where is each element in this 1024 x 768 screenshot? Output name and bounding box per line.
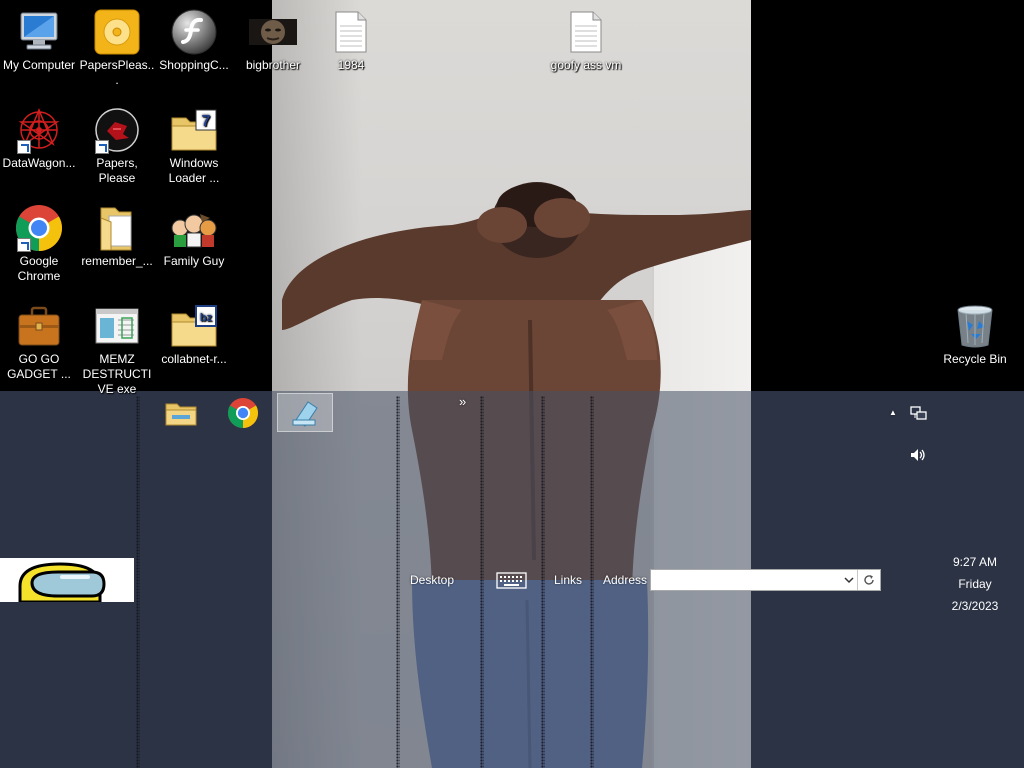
network-icon[interactable] [909,405,927,421]
toolbar-grip-handle[interactable] [480,396,484,768]
toolbar-grip-handle[interactable] [136,396,140,768]
computer-icon [15,8,63,56]
desktop-icon-datawagon[interactable]: DataWagon... [0,98,78,171]
folder-icon: bz [170,302,218,350]
svg-text:bz: bz [200,312,213,324]
svg-text:7: 7 [202,113,211,130]
desktop-icon-family-guy[interactable]: Family Guy [155,196,233,269]
desktop-icon-windows-loader[interactable]: 7 Windows Loader ... [155,98,233,186]
taskbar-notepad-button[interactable] [277,393,333,432]
taskbar-clock[interactable]: 9:27 AM Friday 2/3/2023 [930,551,1020,617]
toolbar-grip-handle[interactable] [396,396,400,768]
desktop-icon-google-chrome[interactable]: Google Chrome [0,196,78,284]
clock-date: 2/3/2023 [951,599,999,613]
taskbar-file-explorer-button[interactable] [157,393,205,433]
chrome-icon [227,398,259,428]
desktop-icon-bigbrother[interactable]: bigbrother [234,0,312,73]
links-toolbar-label[interactable]: Links [554,573,582,587]
clock-time: 9:27 AM [952,555,998,569]
window-app-icon [93,302,141,350]
folder-icon [93,204,141,252]
red-pattern-icon [15,106,63,154]
recycle-bin-icon [951,302,999,350]
desktop-icon-remember[interactable]: remember_... [78,196,156,269]
desktop-icon-1984[interactable]: 1984 [312,0,390,73]
desktop-icon-shoppingc[interactable]: ShoppingC... [155,0,233,73]
family-guy-icon [170,204,218,252]
address-toolbar-label: Address [603,573,648,587]
image-thumbnail-icon [249,8,297,56]
refresh-icon [864,575,874,585]
flash-icon [170,8,218,56]
folder-icon [165,403,197,426]
desktop-icon-go-go-gadget[interactable]: GO GO GADGET ... [0,294,78,382]
briefcase-icon [15,302,63,350]
clock-day: Friday [958,577,992,591]
desktop-icon-papers-please[interactable]: Papers, Please [78,98,156,186]
address-bar [650,569,881,591]
touch-keyboard-icon[interactable] [496,572,527,589]
text-document-icon [327,8,375,56]
toolbar-overflow-chevron[interactable]: » [459,394,466,409]
address-dropdown-button[interactable] [841,570,857,590]
show-hidden-icons-button[interactable]: ▲ [889,408,897,417]
desktop-icon-memz[interactable]: MEMZ DESTRUCTIVE exe [78,294,156,397]
desktop-toolbar-label[interactable]: Desktop [410,573,454,587]
folder-icon: 7 [170,106,218,154]
text-document-icon [562,8,610,56]
desktop-icon-recycle-bin[interactable]: Recycle Bin [936,294,1014,367]
address-refresh-button[interactable] [857,570,880,590]
papers-please-icon [93,106,141,154]
address-input[interactable] [652,571,842,589]
desktop-icon-my-computer[interactable]: My Computer [0,0,78,73]
desktop-icon-paperspleas[interactable]: PapersPleas... [78,0,156,88]
volume-icon[interactable] [909,447,927,463]
desktop-icon-goofy-ass-vm[interactable]: goofy ass vm [546,0,626,73]
chevron-down-icon [844,577,854,584]
toolbar-grip-handle[interactable] [541,396,545,768]
toolbar-grip-handle[interactable] [590,396,594,768]
desktop-icon-collabnet[interactable]: bz collabnet-r... [155,294,233,367]
taskbar-chrome-button[interactable] [219,393,267,433]
among-us-image [0,558,134,602]
notepad-icon [292,400,318,427]
disc-icon [93,8,141,56]
chrome-icon [15,204,63,252]
